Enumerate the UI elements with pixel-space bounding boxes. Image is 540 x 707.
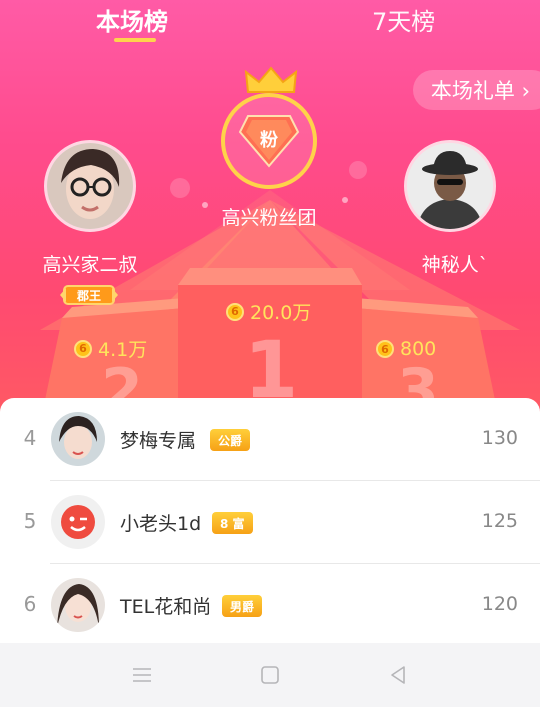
second-place-score-value: 4.1万 bbox=[98, 339, 148, 361]
list-score: 120 bbox=[481, 593, 518, 615]
home-icon[interactable] bbox=[258, 663, 282, 687]
noble-badge: 公爵 bbox=[210, 429, 251, 451]
tab-this-show[interactable]: 本场榜 bbox=[96, 2, 168, 37]
list-rank: 5 bbox=[23, 509, 37, 533]
coin-icon: 6 bbox=[226, 302, 244, 321]
noble-badge: 男爵 bbox=[222, 595, 263, 617]
list-user-name: 梦梅专属 bbox=[120, 430, 197, 452]
list-item[interactable]: 6 TEL花和尚 男爵 120 bbox=[0, 564, 540, 646]
list-item[interactable]: 4 梦梅专属 公爵 130 bbox=[0, 398, 540, 480]
menu-icon[interactable] bbox=[130, 663, 154, 687]
list-score: 130 bbox=[481, 427, 518, 449]
tab-7-days[interactable]: 7天榜 bbox=[372, 2, 435, 37]
avatar-second-place[interactable] bbox=[44, 140, 136, 232]
crown-icon bbox=[244, 66, 298, 93]
fans-badge-label-wrap: 粉 bbox=[238, 110, 300, 168]
avatar-third-place[interactable] bbox=[404, 140, 496, 232]
gift-list-button[interactable]: 本场礼单 › bbox=[412, 70, 540, 110]
title-badge-label: 郡王 bbox=[76, 289, 101, 303]
avatar[interactable] bbox=[51, 578, 105, 632]
system-navigation-bar bbox=[0, 643, 540, 707]
wink-face-icon bbox=[51, 495, 105, 549]
list-rank: 6 bbox=[23, 592, 37, 616]
fans-group-name: 高兴粉丝团 bbox=[221, 207, 317, 229]
avatar[interactable] bbox=[51, 495, 105, 549]
user-photo-icon bbox=[51, 578, 105, 632]
active-tab-indicator bbox=[114, 38, 156, 42]
wealth-badge: 8 富 bbox=[212, 512, 253, 534]
ranking-header: 本场榜 7天榜 本场礼单 › 粉 高兴粉丝团 高兴家二叔 郡王 神秘人` 1 2… bbox=[0, 0, 540, 420]
second-place-name: 高兴家二叔 bbox=[42, 254, 138, 276]
ranking-list: 4 梦梅专属 公爵 130 5 小老头1d 8 富 125 6 TEL花和尚 男… bbox=[0, 398, 540, 643]
third-place-name: 神秘人` bbox=[421, 254, 489, 276]
list-rank: 4 bbox=[23, 426, 37, 450]
list-score: 125 bbox=[481, 510, 518, 532]
ranking-tabs: 本场榜 7天榜 bbox=[0, 0, 540, 48]
coin-icon: 6 bbox=[74, 339, 92, 358]
user-photo-icon bbox=[51, 412, 105, 466]
second-place-score: 6 4.1万 bbox=[74, 335, 147, 362]
coin-icon: 6 bbox=[376, 340, 394, 358]
list-user-name: 小老头1d bbox=[120, 513, 202, 535]
first-place-score-value: 20.0万 bbox=[250, 302, 312, 324]
third-place-score-value: 800 bbox=[400, 338, 437, 360]
back-icon[interactable] bbox=[386, 663, 410, 687]
mystery-person-icon bbox=[407, 143, 493, 229]
avatar[interactable] bbox=[51, 412, 105, 466]
list-item[interactable]: 5 小老头1d 8 富 125 bbox=[0, 481, 540, 563]
third-place-score: 6 800 bbox=[376, 338, 436, 360]
fans-badge-label: 粉 bbox=[260, 130, 278, 151]
user-photo-icon bbox=[47, 143, 133, 229]
first-place-score: 6 20.0万 bbox=[226, 298, 311, 325]
list-user-name: TEL花和尚 bbox=[120, 596, 212, 618]
gift-list-label: 本场礼单 › bbox=[430, 79, 530, 103]
title-badge: 郡王 bbox=[60, 284, 118, 306]
